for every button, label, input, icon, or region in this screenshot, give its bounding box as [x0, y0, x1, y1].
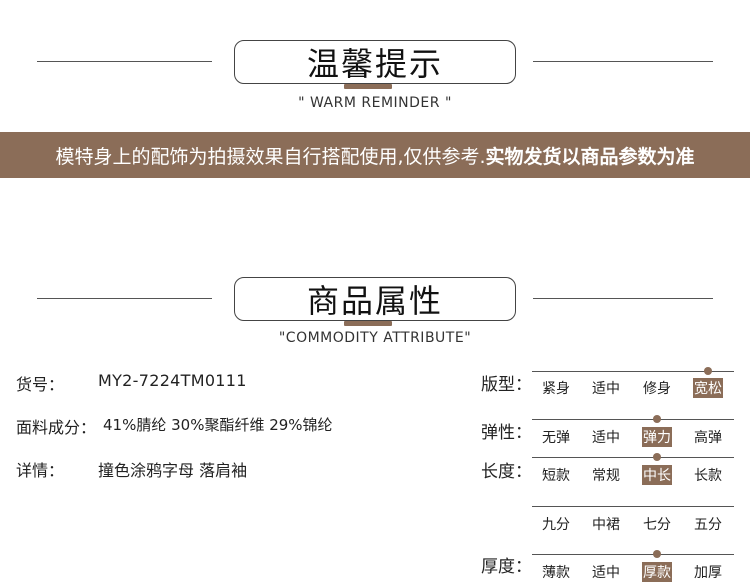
banner-text: 模特身上的配饰为拍摄效果自行搭配使用,仅供参考. [55, 145, 486, 168]
elasticity-option: 高弹 [694, 430, 722, 446]
sleeve-option: 五分 [694, 517, 722, 533]
banner-bold-text: 实物发货以商品参数为准 [485, 145, 695, 168]
sleeve-option: 九分 [542, 517, 570, 533]
fit-option: 紧身 [542, 381, 570, 397]
length-option-selected: 中长 [642, 465, 672, 485]
fit-option-selected: 宽松 [693, 378, 723, 398]
length-selected-dot [653, 453, 661, 461]
attribute-title-frame: 商品属性 [234, 277, 516, 321]
fabric-value: 41%腈纶 30%聚酯纤维 29%锦纶 [103, 416, 333, 434]
detail-label: 详情： [16, 461, 65, 480]
fabric-label: 面料成分： [16, 418, 97, 437]
attribute-title-accent [344, 321, 392, 326]
elasticity-option: 无弹 [542, 430, 570, 446]
reminder-title-accent [344, 84, 392, 89]
thickness-option-selected: 厚款 [642, 562, 672, 582]
thickness-option: 薄款 [542, 565, 570, 581]
fit-option: 适中 [592, 381, 620, 397]
left-divider-line [37, 61, 212, 62]
right-divider-line [533, 61, 713, 62]
reminder-title-frame: 温馨提示 [234, 40, 516, 84]
item-no-value: MY2-7224TM0111 [98, 371, 247, 390]
thickness-option: 适中 [592, 565, 620, 581]
fit-option: 修身 [643, 381, 671, 397]
right-divider-line-2 [533, 298, 713, 299]
reminder-title: 温馨提示 [306, 45, 443, 83]
attribute-title: 商品属性 [306, 282, 443, 320]
elasticity-selected-dot [653, 415, 661, 423]
elasticity-scale-line [532, 419, 734, 420]
sleeve-option: 中裙 [592, 517, 620, 533]
length-option: 常规 [592, 468, 620, 484]
attribute-subtitle: "COMMODITY ATTRIBUTE" [278, 330, 472, 346]
length-scale-line [532, 457, 734, 458]
item-no-label: 货号： [16, 375, 65, 394]
elasticity-option: 适中 [592, 430, 620, 446]
reminder-subtitle: " WARM REMINDER " [298, 95, 452, 111]
left-divider-line-2 [37, 298, 212, 299]
fit-selected-dot [704, 367, 712, 375]
elasticity-label: 弹性： [481, 423, 532, 443]
thickness-option: 加厚 [694, 565, 722, 581]
sleeve-scale-line [532, 506, 734, 507]
thickness-label: 厚度： [481, 557, 532, 577]
fit-label: 版型： [481, 375, 532, 395]
length-option: 长款 [694, 468, 722, 484]
reminder-banner: 模特身上的配饰为拍摄效果自行搭配使用,仅供参考. 实物发货以商品参数为准 [0, 132, 750, 178]
thickness-scale-line [532, 554, 734, 555]
elasticity-option-selected: 弹力 [642, 427, 672, 447]
thickness-selected-dot [653, 550, 661, 558]
detail-value: 撞色涂鸦字母 落肩袖 [98, 461, 248, 480]
length-label: 长度： [481, 462, 532, 482]
sleeve-option: 七分 [643, 517, 671, 533]
length-option: 短款 [542, 468, 570, 484]
